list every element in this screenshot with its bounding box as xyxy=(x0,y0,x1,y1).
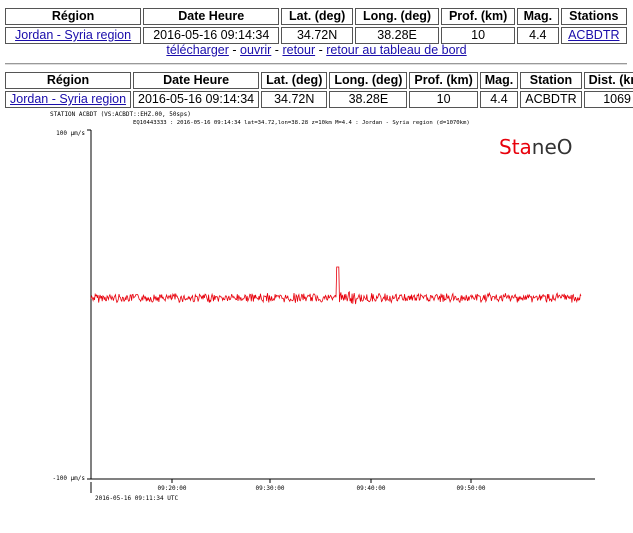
station-header: STATION ACBDT (VS:ACBDT::EHZ.00, 50sps) xyxy=(50,111,191,118)
event-header: EQ10443333 : 2016-05-16 09:14:34 lat=34.… xyxy=(133,120,470,126)
seismic-trace xyxy=(90,266,582,305)
x-tick-label: 09:50:00 xyxy=(457,485,486,492)
x-tick-label: 09:30:00 xyxy=(256,485,285,492)
logo-part-neo: neO xyxy=(532,135,573,159)
x-tick-label: 09:20:00 xyxy=(158,485,187,492)
staneo-logo: StaneO xyxy=(499,135,573,159)
x-tick-label: 09:40:00 xyxy=(357,485,386,492)
x-tick-group: 09:20:00 09:30:00 09:40:00 09:50:00 xyxy=(158,479,486,492)
y-bottom-label: -100 µm/s xyxy=(52,475,85,482)
seismogram-image: STATION ACBDT (VS:ACBDT::EHZ.00, 50sps) … xyxy=(50,111,595,502)
logo-part-sta: Sta xyxy=(499,135,532,159)
start-time-label: 2016-05-16 09:11:34 UTC xyxy=(95,495,178,502)
y-top-label: 100 µm/s xyxy=(56,130,85,137)
